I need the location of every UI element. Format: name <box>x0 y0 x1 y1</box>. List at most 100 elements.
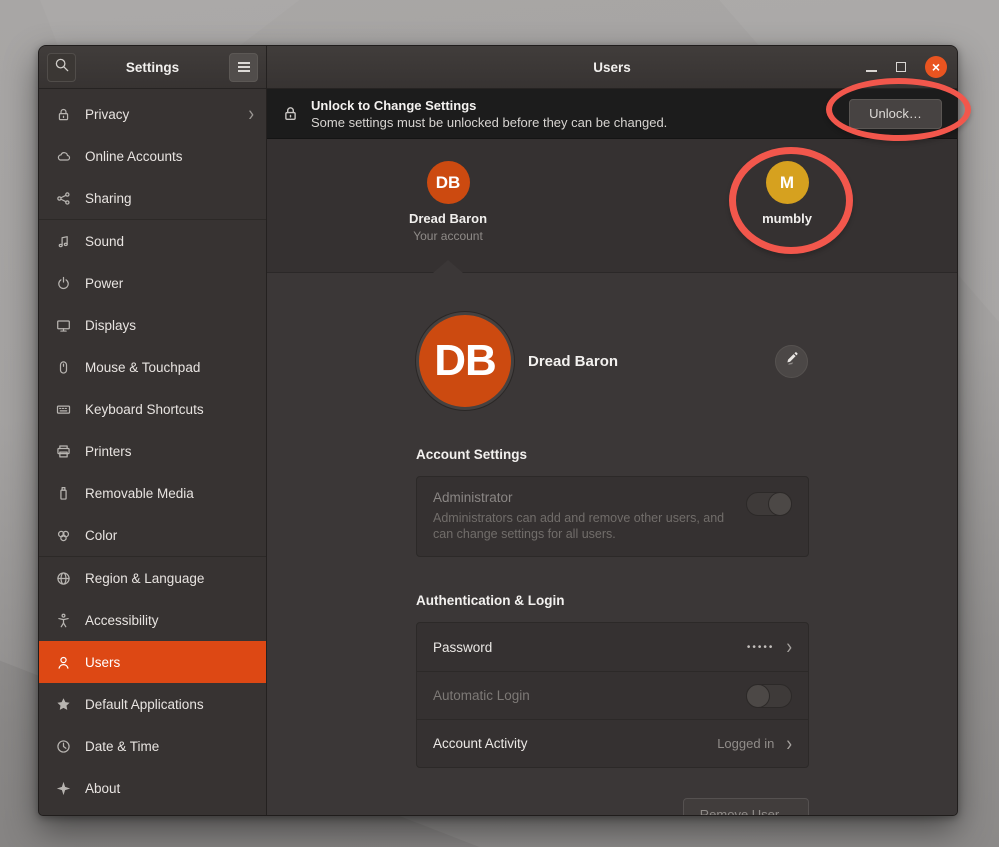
unlock-banner-subtitle: Some settings must be unlocked before th… <box>311 115 837 130</box>
unlock-banner-text: Unlock to Change Settings Some settings … <box>311 98 837 130</box>
globe-icon <box>55 570 71 586</box>
close-icon[interactable]: × <box>925 56 947 78</box>
user-subtitle: Your account <box>413 229 483 243</box>
password-row[interactable]: Password ••••• › <box>417 623 808 671</box>
window-title: Users <box>267 60 957 75</box>
sidebar-item-label: Sound <box>85 234 254 249</box>
sidebar: Settings Privacy › Online Accounts Shari… <box>39 46 267 815</box>
primary-menu-button[interactable] <box>229 53 258 82</box>
clock-icon <box>55 738 71 754</box>
cloud-icon <box>55 148 71 164</box>
toggle-knob <box>746 684 770 708</box>
user-details: DB Dread Baron Account Settings Administ… <box>267 273 957 815</box>
sidebar-item-privacy[interactable]: Privacy › <box>39 93 266 135</box>
unlock-button[interactable]: Unlock… <box>849 99 942 129</box>
settings-window: Settings Privacy › Online Accounts Shari… <box>38 45 958 816</box>
printer-icon <box>55 443 71 459</box>
sidebar-item-displays[interactable]: Displays <box>39 304 266 346</box>
sidebar-item-mouse-touchpad[interactable]: Mouse & Touchpad <box>39 346 266 388</box>
remove-user-button[interactable]: Remove User… <box>683 798 809 815</box>
sidebar-item-label: Privacy <box>85 107 234 122</box>
app-title: Settings <box>76 60 229 75</box>
automatic-login-label: Automatic Login <box>433 688 746 703</box>
sidebar-item-label: Printers <box>85 444 254 459</box>
sidebar-item-label: Power <box>85 276 254 291</box>
selected-user-pointer <box>433 260 463 273</box>
sidebar-item-accessibility[interactable]: Accessibility <box>39 599 266 641</box>
automatic-login-toggle[interactable] <box>746 684 792 708</box>
password-label: Password <box>433 640 747 655</box>
sidebar-item-power[interactable]: Power <box>39 262 266 304</box>
unlock-banner-title: Unlock to Change Settings <box>311 98 837 113</box>
administrator-label: Administrator <box>433 490 732 505</box>
lock-icon <box>281 105 299 122</box>
chevron-right-icon: › <box>786 731 792 756</box>
color-icon <box>55 527 71 543</box>
sidebar-item-label: Removable Media <box>85 486 254 501</box>
minimize-icon[interactable] <box>866 70 877 72</box>
remove-row: Remove User… <box>416 798 809 815</box>
user-name: Dread Baron <box>409 211 487 226</box>
avatar-initials: DB <box>434 336 496 386</box>
sidebar-item-label: Sharing <box>85 191 254 206</box>
sidebar-item-label: Keyboard Shortcuts <box>85 402 254 417</box>
sidebar-item-keyboard-shortcuts[interactable]: Keyboard Shortcuts <box>39 388 266 430</box>
maximize-icon[interactable] <box>896 62 906 72</box>
account-activity-row[interactable]: Account Activity Logged in › <box>417 719 808 767</box>
avatar-initials: DB <box>436 173 461 193</box>
chevron-right-icon: › <box>786 635 792 660</box>
avatar-initials: M <box>780 173 794 193</box>
profile-name: Dread Baron <box>528 353 618 370</box>
sidebar-item-color[interactable]: Color <box>39 514 266 556</box>
section-heading-account-settings: Account Settings <box>416 447 809 462</box>
sidebar-item-users[interactable]: Users <box>39 641 266 683</box>
window-controls: × <box>866 56 947 78</box>
sidebar-item-label: About <box>85 781 254 796</box>
user-name: mumbly <box>762 211 812 226</box>
sidebar-item-removable-media[interactable]: Removable Media <box>39 472 266 514</box>
titlebar: Users × <box>267 46 957 89</box>
pencil-icon <box>784 351 799 371</box>
sound-icon <box>55 233 71 249</box>
automatic-login-row: Automatic Login <box>417 671 808 719</box>
sidebar-item-printers[interactable]: Printers <box>39 430 266 472</box>
sidebar-item-label: Color <box>85 528 254 543</box>
avatar: M <box>766 161 809 204</box>
profile-row: DB Dread Baron <box>416 311 809 411</box>
users-icon <box>55 654 71 670</box>
account-activity-label: Account Activity <box>433 736 717 751</box>
star-icon <box>55 696 71 712</box>
sidebar-item-label: Users <box>85 655 254 670</box>
account-settings-card: Administrator Administrators can add and… <box>416 476 809 557</box>
search-button[interactable] <box>47 53 76 82</box>
chevron-right-icon: › <box>248 102 254 127</box>
profile-avatar[interactable]: DB <box>416 312 514 410</box>
sidebar-list: Privacy › Online Accounts Sharing Sound … <box>39 89 266 815</box>
sidebar-item-label: Date & Time <box>85 739 254 754</box>
sidebar-item-label: Online Accounts <box>85 149 254 164</box>
sidebar-item-online-accounts[interactable]: Online Accounts <box>39 135 266 177</box>
sidebar-item-sound[interactable]: Sound <box>39 220 266 262</box>
user-chip-mumbly[interactable]: M mumbly <box>717 161 857 226</box>
sidebar-item-region-language[interactable]: Region & Language <box>39 557 266 599</box>
user-carousel: DB Dread Baron Your account M mumbly <box>267 139 957 273</box>
lock-icon <box>55 106 71 122</box>
user-chip-dread-baron[interactable]: DB Dread Baron Your account <box>378 161 518 243</box>
sidebar-item-label: Accessibility <box>85 613 254 628</box>
unlock-banner: Unlock to Change Settings Some settings … <box>267 89 957 139</box>
avatar: DB <box>427 161 470 204</box>
sparkle-icon <box>55 780 71 796</box>
sidebar-item-label: Default Applications <box>85 697 254 712</box>
users-panel: Users × Unlock to Change Settings Some s… <box>267 46 957 815</box>
administrator-description: Administrators can add and remove other … <box>433 511 732 542</box>
administrator-texts: Administrator Administrators can add and… <box>433 490 746 542</box>
sidebar-item-sharing[interactable]: Sharing <box>39 177 266 219</box>
hamburger-icon <box>238 62 250 72</box>
toggle-knob <box>768 492 792 516</box>
password-value: ••••• <box>747 642 775 653</box>
administrator-toggle[interactable] <box>746 492 792 516</box>
sidebar-item-about[interactable]: About <box>39 767 266 809</box>
edit-name-button[interactable] <box>775 345 808 378</box>
sidebar-item-default-applications[interactable]: Default Applications <box>39 683 266 725</box>
sidebar-item-date-time[interactable]: Date & Time <box>39 725 266 767</box>
